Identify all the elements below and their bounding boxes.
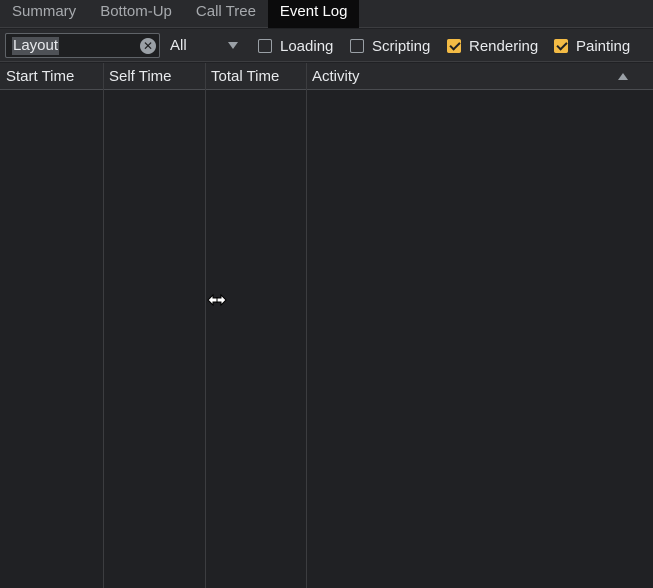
tab-bottom-up[interactable]: Bottom-Up bbox=[88, 0, 184, 28]
checkbox-painting-label: Painting bbox=[576, 37, 631, 55]
sort-ascending-icon[interactable] bbox=[618, 73, 628, 80]
checkbox-rendering-box[interactable] bbox=[447, 39, 461, 53]
checkbox-rendering-label: Rendering bbox=[469, 37, 539, 55]
checkbox-painting[interactable]: Painting bbox=[554, 37, 630, 55]
event-log-grid-body bbox=[0, 91, 653, 588]
duration-select-value: All bbox=[170, 37, 187, 54]
column-header-total-time[interactable]: Total Time bbox=[205, 63, 279, 90]
tab-bar: Summary Bottom-Up Call Tree Event Log bbox=[0, 0, 653, 28]
column-header-activity[interactable]: Activity bbox=[306, 63, 360, 90]
checkbox-loading-box[interactable] bbox=[258, 39, 272, 53]
tab-summary[interactable]: Summary bbox=[0, 0, 88, 28]
filter-input-value: Layout bbox=[12, 37, 60, 55]
checkbox-scripting-label: Scripting bbox=[372, 37, 431, 55]
column-header-self-time[interactable]: Self Time bbox=[103, 63, 172, 90]
checkbox-loading[interactable]: Loading bbox=[258, 37, 333, 55]
clear-icon[interactable]: ✕ bbox=[140, 38, 156, 54]
filter-input[interactable]: Layout ✕ bbox=[5, 33, 160, 58]
checkbox-painting-box[interactable] bbox=[554, 39, 568, 53]
tab-event-log[interactable]: Event Log bbox=[267, 0, 360, 28]
grid-header: Start Time Self Time Total Time Activity bbox=[0, 63, 653, 90]
checkbox-rendering[interactable]: Rendering bbox=[447, 37, 538, 55]
resize-horizontal-cursor-icon bbox=[207, 293, 227, 307]
checkbox-loading-label: Loading bbox=[280, 37, 334, 55]
tab-call-tree[interactable]: Call Tree bbox=[184, 0, 268, 28]
duration-select[interactable]: All bbox=[169, 37, 243, 55]
chevron-down-icon bbox=[228, 42, 238, 49]
column-header-start-time[interactable]: Start Time bbox=[0, 63, 74, 90]
checkbox-scripting-box[interactable] bbox=[350, 39, 364, 53]
filter-toolbar: Layout ✕ All Loading Scripting Rendering… bbox=[0, 29, 653, 62]
checkbox-scripting[interactable]: Scripting bbox=[350, 37, 430, 55]
